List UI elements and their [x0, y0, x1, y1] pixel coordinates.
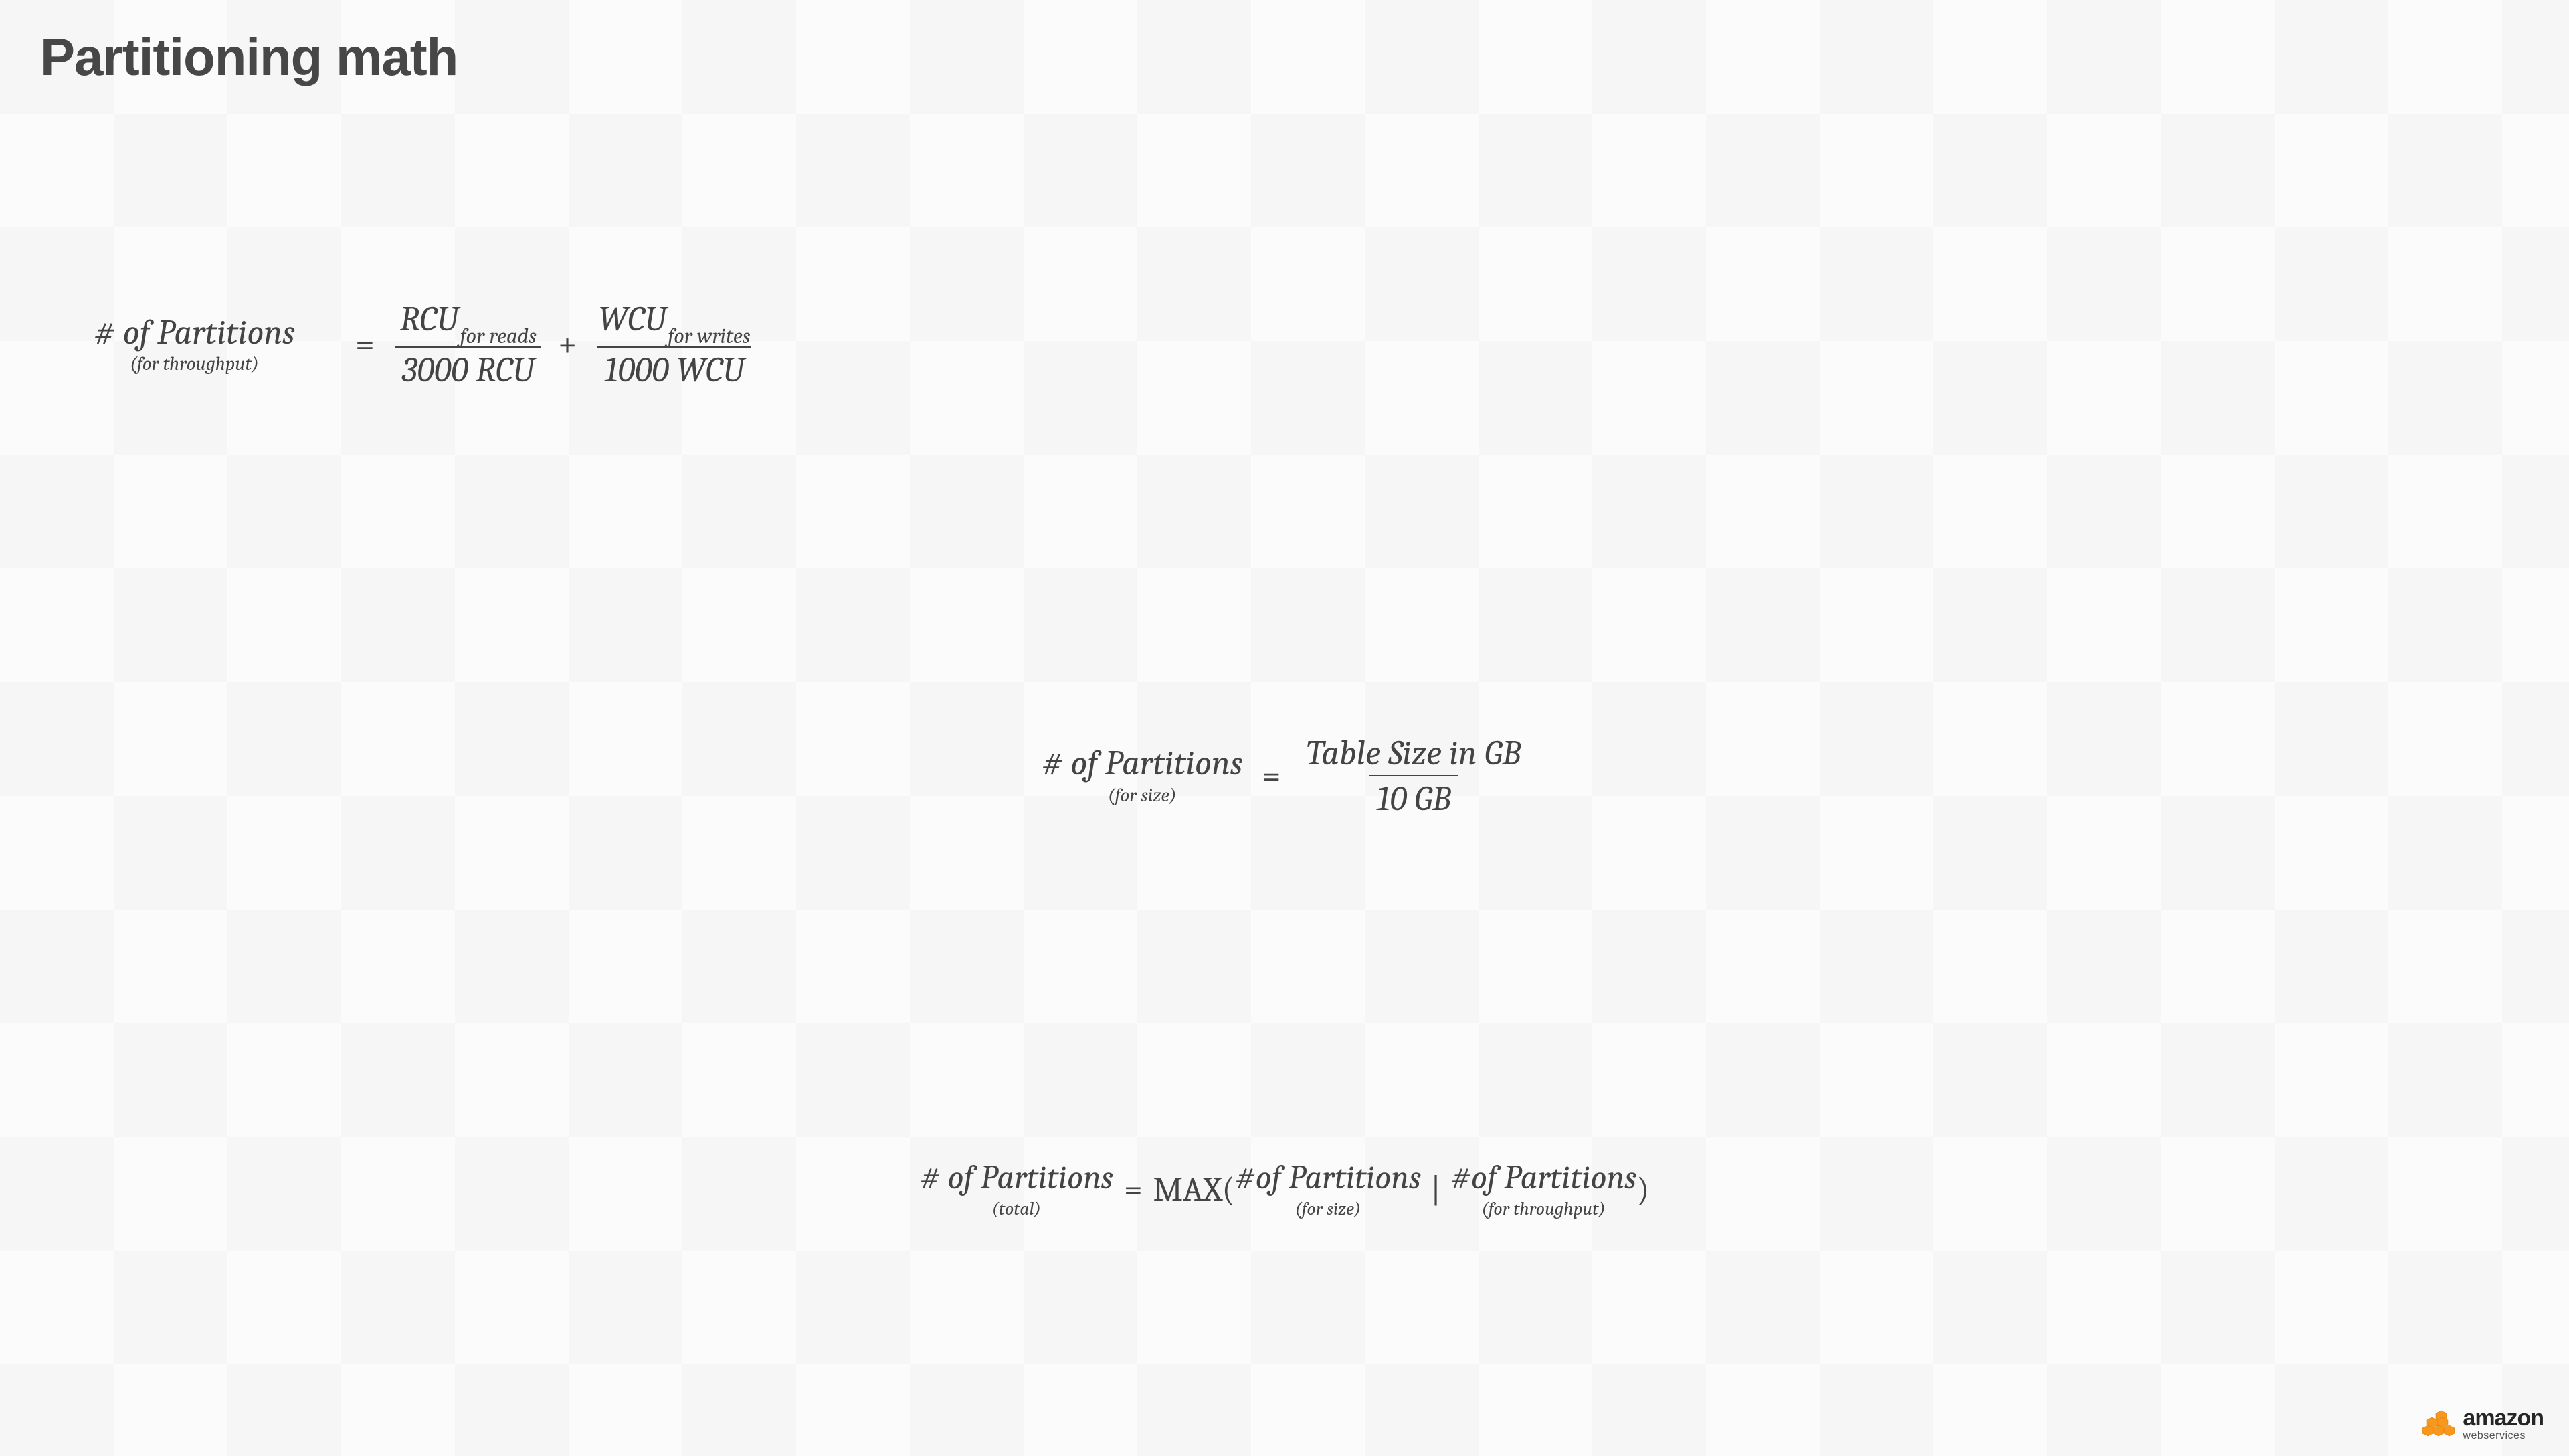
eq1-frac2-num-sub: for writes [668, 324, 750, 349]
aws-logo-sub: webservices [2463, 1431, 2544, 1441]
aws-logo-brand: amazon [2463, 1407, 2544, 1429]
eq3-close-paren: ) [1636, 1170, 1649, 1210]
slide: Partitioning math # of Partitions (for t… [0, 0, 2569, 1456]
eq1-lhs: # of Partitions (for throughput) [94, 314, 295, 377]
equals-sign: = [355, 324, 375, 365]
eq1-frac2-num-base: WCU [599, 299, 667, 339]
eq1-lhs-main: # of Partitions [94, 314, 295, 352]
eq1-frac1-den: 3000 RCU [395, 346, 541, 392]
eq2-lhs-note: (for size) [1108, 785, 1177, 807]
eq3-arg1-note: (for size) [1295, 1198, 1361, 1220]
eq3-lhs-main: # of Partitions [920, 1160, 1113, 1197]
equation-size: # of Partitions (for size) = Table Size … [67, 731, 2502, 821]
eq1-frac1-num: RCUfor reads [393, 297, 543, 346]
eq1-frac1-num-sub: for reads [460, 324, 537, 349]
eq2-frac-den: 10 GB [1369, 775, 1458, 821]
eq2-lhs: # of Partitions (for size) [1042, 744, 1243, 807]
equation-throughput: # of Partitions (for throughput) = RCUfo… [67, 297, 2502, 392]
eq3-lhs-note: (total) [992, 1198, 1041, 1220]
formulas-block: # of Partitions (for throughput) = RCUfo… [40, 128, 2529, 1416]
eq3-arg2: #of Partitions (for throughput) [1450, 1160, 1636, 1220]
slide-title: Partitioning math [40, 27, 2529, 88]
eq3-lhs: # of Partitions (total) [920, 1160, 1113, 1220]
eq1-frac-rcu: RCUfor reads 3000 RCU [393, 297, 543, 392]
eq3-arg1-main: #of Partitions [1235, 1160, 1421, 1197]
pipe-separator: | [1430, 1170, 1441, 1210]
aws-cubes-icon [2422, 1409, 2457, 1439]
eq1-frac-wcu: WCUfor writes 1000 WCU [592, 297, 757, 392]
eq3-arg1: #of Partitions (for size) [1235, 1160, 1421, 1220]
equals-sign: = [1262, 755, 1281, 797]
eq1-frac2-den: 1000 WCU [597, 346, 751, 392]
eq2-lhs-main: # of Partitions [1042, 744, 1243, 783]
plus-sign: + [558, 324, 577, 365]
eq3-arg2-note: (for throughput) [1482, 1198, 1606, 1220]
eq3-arg2-main: #of Partitions [1450, 1160, 1636, 1197]
eq2-frac-num: Table Size in GB [1300, 731, 1528, 775]
eq3-fn: MAX( [1153, 1170, 1235, 1210]
eq1-frac1-num-base: RCU [400, 299, 459, 339]
aws-logo: amazon webservices [2422, 1407, 2544, 1441]
eq2-frac: Table Size in GB 10 GB [1300, 731, 1528, 821]
eq1-frac2-num: WCUfor writes [592, 297, 757, 346]
equation-total: # of Partitions (total) = MAX( #of Parti… [67, 1160, 2502, 1220]
equals-sign: = [1124, 1170, 1143, 1210]
aws-logo-text: amazon webservices [2463, 1407, 2544, 1441]
eq1-lhs-note: (for throughput) [130, 353, 259, 376]
